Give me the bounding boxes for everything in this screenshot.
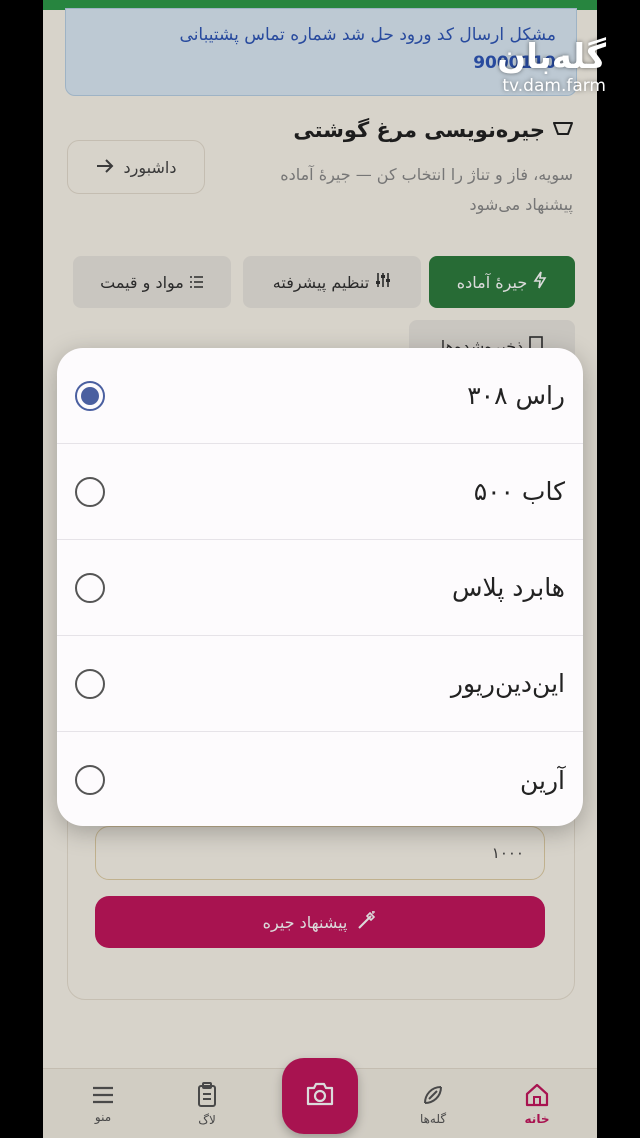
radio-unselected[interactable] — [75, 765, 105, 795]
radio-unselected[interactable] — [75, 572, 105, 603]
strain-option[interactable]: آرین — [57, 732, 583, 826]
strain-option[interactable]: کاب ۵۰۰ — [57, 444, 583, 540]
strain-option-label: راس ۳۰۸ — [467, 381, 565, 410]
strain-option[interactable]: این‌دین‌ریور — [57, 636, 583, 732]
strain-option-label: کاب ۵۰۰ — [473, 477, 565, 506]
watermark-logo: گله‌بان — [497, 37, 606, 77]
strain-option-label: هابرد پلاس — [451, 573, 565, 602]
strain-option-label: آرین — [519, 765, 565, 795]
radio-selected[interactable] — [75, 380, 105, 411]
watermark-domain: tv.dam.farm — [502, 76, 606, 96]
strain-select-dialog: راس ۳۰۸ کاب ۵۰۰ هابرد پلاس این‌دین‌ریور … — [57, 348, 583, 826]
channel-watermark: گله‌بان tv.dam.farm — [497, 38, 606, 96]
strain-option[interactable]: هابرد پلاس — [57, 540, 583, 636]
strain-option[interactable]: راس ۳۰۸ — [57, 348, 583, 444]
strain-option-label: این‌دین‌ریور — [450, 669, 565, 698]
radio-unselected[interactable] — [75, 668, 105, 699]
radio-unselected[interactable] — [75, 476, 105, 507]
